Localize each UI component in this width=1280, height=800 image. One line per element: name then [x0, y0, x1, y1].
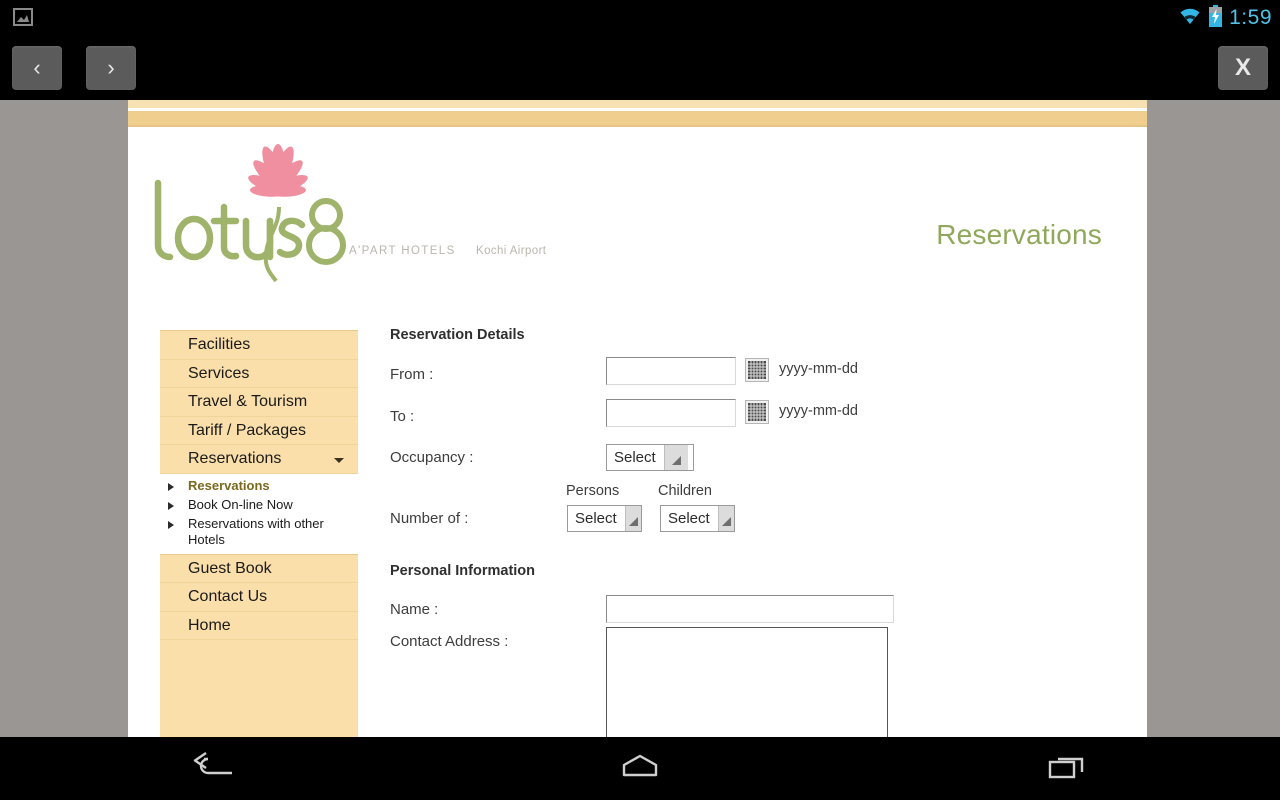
form-row-to: To : yyyy-mm-dd [390, 399, 1110, 441]
persons-column-header: Persons [566, 483, 620, 499]
calendar-icon[interactable] [745, 400, 769, 424]
contact-address-label: Contact Address : [390, 633, 509, 650]
to-date-input[interactable] [606, 399, 736, 427]
form-row-contact-address: Contact Address : [390, 627, 1110, 737]
close-icon: X [1234, 54, 1251, 81]
chevron-down-icon [624, 506, 641, 531]
sidebar-item-label: Facilities [188, 336, 251, 353]
sidebar-item-home[interactable]: Home [160, 611, 358, 640]
sidebar-item-services[interactable]: Services [160, 359, 358, 388]
sidebar-item-label: Travel & Tourism [188, 393, 308, 410]
battery-charging-icon [1208, 4, 1223, 32]
submenu-item-label: Book On-line Now [188, 496, 293, 512]
submenu-item-label: Reservations [188, 477, 270, 493]
submenu-item-label: Reservations with other Hotels [188, 515, 324, 547]
home-button[interactable] [580, 744, 700, 794]
lotus8-logo[interactable]: A'PART HOTELS Kochi Airport [146, 135, 546, 285]
sidebar-item-label: Contact Us [188, 588, 268, 605]
occupancy-select[interactable]: Select [606, 444, 694, 471]
recent-apps-button[interactable] [1007, 744, 1127, 794]
android-screen: 1:59 ‹ › X A'PART HOTELS Kochi Airport R… [0, 0, 1280, 800]
sidebar-item-guest-book[interactable]: Guest Book [160, 554, 358, 583]
form-row-name: Name : [390, 595, 1110, 627]
number-of-label: Number of : [390, 510, 469, 527]
page-title: Reservations [936, 219, 1102, 250]
from-label: From : [390, 366, 434, 383]
children-select[interactable]: Select [660, 505, 735, 532]
sidebar-item-tariff-packages[interactable]: Tariff / Packages [160, 416, 358, 445]
chevron-right-icon: › [107, 55, 115, 80]
occupancy-label: Occupancy : [390, 449, 474, 466]
chevron-down-icon [717, 506, 734, 531]
sidebar-item-reservations[interactable]: Reservations [160, 445, 358, 474]
contact-address-textarea[interactable] [606, 627, 888, 737]
site-banner: A'PART HOTELS Kochi Airport Reservations [128, 127, 1147, 289]
sidebar-item-facilities[interactable]: Facilities [160, 331, 358, 360]
status-clock: 1:59 [1229, 6, 1272, 29]
section-title-personal-information: Personal Information [390, 563, 536, 579]
form-row-from: From : yyyy-mm-dd [390, 357, 1110, 399]
sidebar-filler [160, 640, 358, 737]
to-label: To : [390, 408, 415, 425]
sidebar-submenu: Reservations Book On-line Now Reservatio… [160, 473, 358, 555]
name-label: Name : [390, 601, 439, 618]
name-input[interactable] [606, 595, 894, 623]
status-bar: 1:59 [0, 0, 1280, 36]
logo-tagline: A'PART HOTELS [349, 245, 456, 257]
children-select-value: Select [668, 510, 710, 527]
form-row-number-of: Number of : Select Select [390, 505, 1110, 557]
sidebar-item-contact-us[interactable]: Contact Us [160, 583, 358, 612]
sidebar-item-label: Services [188, 364, 250, 382]
chevron-down-icon [663, 445, 688, 470]
section-title-reservation-details: Reservation Details [390, 327, 525, 343]
browser-chrome: ‹ › X [0, 36, 1280, 100]
recents-icon [1044, 751, 1090, 786]
sidebar-item-label: Tariff / Packages [188, 421, 306, 439]
from-date-input[interactable] [606, 357, 736, 385]
submenu-item-reservations-other-hotels[interactable]: Reservations with other Hotels [160, 516, 358, 548]
back-icon [190, 751, 236, 786]
system-navigation-bar [0, 737, 1280, 800]
calendar-icon[interactable] [745, 358, 769, 382]
home-icon [617, 751, 663, 786]
from-date-format-hint: yyyy-mm-dd [779, 361, 858, 377]
occupancy-select-value: Select [614, 449, 656, 466]
close-button[interactable]: X [1218, 46, 1268, 90]
persons-select-value: Select [575, 510, 617, 527]
to-date-format-hint: yyyy-mm-dd [779, 403, 858, 419]
sidebar-nav: Facilities Services Travel & Tourism Tar… [160, 330, 358, 737]
status-icons: 1:59 [1178, 0, 1272, 36]
image-notification-icon [10, 4, 36, 30]
logo-subtitle: Kochi Airport [476, 245, 547, 257]
sidebar-item-label: Guest Book [188, 559, 272, 577]
submenu-item-book-online-now[interactable]: Book On-line Now [160, 497, 358, 513]
persons-select[interactable]: Select [567, 505, 642, 532]
submenu-item-reservations[interactable]: Reservations [160, 478, 358, 494]
form-row-number-headers: Persons Children [390, 479, 1110, 505]
reservation-form: Reservation Details From : yyyy-mm-dd To… [390, 325, 1110, 737]
header-strip-top [128, 100, 1147, 108]
sidebar-item-label: Home [188, 616, 231, 634]
wifi-icon [1178, 6, 1202, 31]
sidebar-item-travel-tourism[interactable]: Travel & Tourism [160, 388, 358, 417]
web-viewport[interactable]: A'PART HOTELS Kochi Airport Reservations… [0, 100, 1280, 737]
forward-button[interactable]: › [86, 46, 136, 90]
header-strip-gold [128, 111, 1147, 125]
form-row-occupancy: Occupancy : Select [390, 441, 1110, 479]
back-button[interactable]: ‹ [12, 46, 62, 90]
children-column-header: Children [658, 483, 712, 499]
chevron-left-icon: ‹ [33, 55, 41, 80]
back-button[interactable] [153, 744, 273, 794]
sidebar-item-label: Reservations [188, 450, 282, 467]
web-page: A'PART HOTELS Kochi Airport Reservations… [128, 100, 1147, 737]
